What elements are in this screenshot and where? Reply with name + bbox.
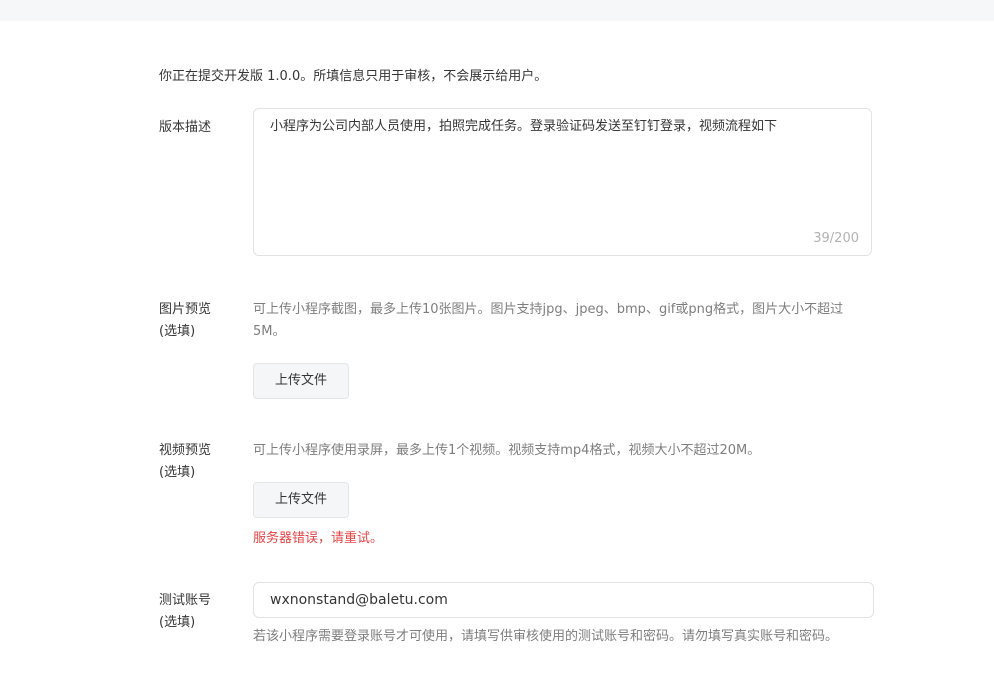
test-account-label-line1: 测试账号 <box>159 593 212 608</box>
image-preview-description: 可上传小程序截图，最多上传10张图片。图片支持jpg、jpeg、bmp、gif或… <box>253 302 844 339</box>
version-desc-label: 版本描述 <box>159 117 239 139</box>
submission-notice: 你正在提交开发版 1.0.0。所填信息只用于审核，不会展示给用户。 <box>159 69 548 84</box>
test-account-value: wxnonstand@baletu.com <box>270 592 448 608</box>
image-preview-label-line2: (选填) <box>159 324 196 339</box>
char-counter: 39/200 <box>813 231 859 246</box>
test-account-input[interactable]: wxnonstand@baletu.com <box>253 582 874 618</box>
video-preview-label-line2: (选填) <box>159 465 196 480</box>
test-account-hint: 若该小程序需要登录账号才可使用，请填写供审核使用的测试账号和密码。请勿填写真实账… <box>253 629 839 644</box>
test-account-label-line2: (选填) <box>159 615 196 630</box>
test-account-label: 测试账号 (选填) <box>159 590 239 634</box>
version-desc-label-text: 版本描述 <box>159 120 212 135</box>
top-bar <box>0 0 994 21</box>
image-preview-label: 图片预览 (选填) <box>159 299 239 343</box>
video-preview-label-line1: 视频预览 <box>159 443 212 458</box>
video-preview-description: 可上传小程序使用录屏，最多上传1个视频。视频支持mp4格式，视频大小不超过20M… <box>253 443 761 458</box>
version-desc-text: 小程序为公司内部人员使用，拍照完成任务。登录验证码发送至钉钉登录，视频流程如下 <box>270 119 778 134</box>
video-upload-button[interactable]: 上传文件 <box>253 482 349 518</box>
image-preview-label-line1: 图片预览 <box>159 302 212 317</box>
image-upload-button[interactable]: 上传文件 <box>253 363 349 399</box>
upload-error-message: 服务器错误，请重试。 <box>253 531 384 546</box>
video-preview-label: 视频预览 (选填) <box>159 440 239 484</box>
version-desc-textarea[interactable]: 小程序为公司内部人员使用，拍照完成任务。登录验证码发送至钉钉登录，视频流程如下 … <box>253 108 872 256</box>
